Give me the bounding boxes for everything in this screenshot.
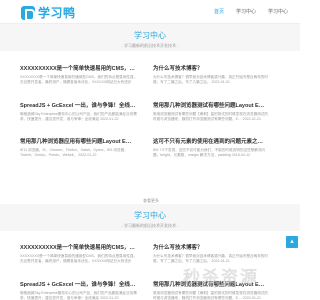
- article-title[interactable]: 常用那几种浏览器应用有哪些问题Layout E…: [20, 137, 138, 145]
- article-title[interactable]: SpreadJS + GcExcel 一出，谁与争锋！全线满…: [20, 101, 138, 109]
- article-card[interactable]: 常用那几种浏览器测试有哪些问题Layout E… 常用浏览器测试有哪些问题【黄莉…: [153, 101, 271, 122]
- article-card[interactable]: XXXXXXXXXX是一个简单快速易用的CMS，我一 XXXXXXXX是一个简单…: [20, 243, 138, 264]
- watermark: 秒杀资源 www.miaoshaziyuan.com: [183, 263, 267, 289]
- article-date: 2022-01-21: [242, 296, 262, 300]
- section-banner: 学习中心 - 学习最新的前沿技术开发技术 -: [0, 24, 300, 51]
- logo-text: 学习鸭: [38, 6, 76, 20]
- article-card[interactable]: SpreadJS + GcExcel 一出，谁与争锋！全线满… 葡萄酒城Sky …: [20, 280, 138, 300]
- article-excerpt: IE11 浏览器，IE，Chrome，Firefox，Safari，Opera，…: [20, 148, 138, 158]
- article-card[interactable]: 为什么写技术博客？ 为什么写技术博客？很早就对技术博客感兴趣，真正开始写是近两年…: [153, 64, 271, 85]
- article-date: 2022-01-22: [78, 153, 97, 158]
- article-excerpt: 常用浏览器测试有哪些问题【黄莉】量的测试的时候发现在浏览器测试的时候与浏览器来，…: [153, 112, 271, 122]
- article-excerpt: XXXXXXXX是一个简单快速易用的通用型CMS，我们的特点是易用性强，无论是开…: [20, 75, 138, 85]
- article-excerpt: 常用浏览器测试有哪些问题【黄莉】量的测试的时候发现在浏览器测试的时候与浏览器来，…: [153, 291, 271, 300]
- watermark-url: www.miaoshaziyuan.com: [187, 283, 232, 288]
- article-date: 2022-01-21: [242, 117, 262, 122]
- article-title[interactable]: XXXXXXXXXX是一个简单快速易用的CMS，我一: [20, 243, 138, 251]
- article-excerpt: 葡萄酒城Sky Enterprise服务中心的公司产品，我们的产品都能满足业务需…: [20, 291, 138, 300]
- article-title[interactable]: 这可不只有元素的使用在遇到的问题元素之…: [153, 137, 271, 145]
- article-card[interactable]: SpreadJS + GcExcel 一出，谁与争锋！全线满… 葡萄酒城Sky …: [20, 101, 138, 122]
- section-title: 学习中心: [134, 211, 166, 220]
- article-card[interactable]: XXXXXXXXXX是一个简单快速易用的CMS，我一 XXXXXXXX是一个简单…: [20, 64, 138, 85]
- article-date: 2022-01-21: [211, 80, 230, 85]
- nav-item-learning-center-2[interactable]: 学习中心: [268, 8, 288, 15]
- section-banner: 学习中心 - 学习最新的前沿技术开发技术 -: [0, 204, 300, 231]
- article-card[interactable]: 为什么写技术博客？ 为什么写技术博客？很早就对技术博客感兴趣，真正开始写是近两年…: [153, 243, 271, 264]
- article-excerpt-text: 为什么写技术博客？很早就对技术博客感兴趣，真正开始写是近两年的时候，写了二篇之后…: [153, 75, 268, 85]
- article-title[interactable]: SpreadJS + GcExcel 一出，谁与争锋！全线满…: [20, 280, 138, 288]
- site-logo[interactable]: 学习鸭: [21, 4, 76, 21]
- article-date: 2022-01-22: [100, 296, 119, 300]
- article-title[interactable]: 为什么写技术博客？: [153, 64, 271, 72]
- arrow-up-icon: ▲: [289, 239, 295, 245]
- article-card[interactable]: 这可不只有元素的使用在遇到的问题元素之… IE6 7 8下发现，这些不仅可能为我…: [153, 137, 271, 158]
- nav-item-home[interactable]: 首页: [214, 8, 224, 15]
- article-excerpt-text: IE11 浏览器，IE，Chrome，Firefox，Safari，Opera，…: [20, 148, 128, 158]
- section-subtitle: - 学习最新的前沿技术开发技术 -: [121, 223, 179, 228]
- article-title[interactable]: 为什么写技术博客？: [153, 243, 271, 251]
- article-excerpt-text: XXXXXXXX是一个简单快速易用的通用型CMS，我们的特点是易用性强，无论是开…: [20, 254, 138, 264]
- article-excerpt-text: 葡萄酒城Sky Enterprise服务中心的公司产品，我们的产品都能满足业务需…: [20, 291, 137, 300]
- article-excerpt: IE6 7 8下发现，这些不仅可能为我们，不能的时候说明的这些是解决问题，hei…: [153, 148, 271, 158]
- section-subtitle: - 学习最新的前沿技术开发技术 -: [121, 43, 179, 48]
- site-header: 学习鸭 首页 学习中心 学习中心: [0, 0, 300, 24]
- article-excerpt: XXXXXXXX是一个简单快速易用的通用型CMS，我们的特点是易用性强，无论是开…: [20, 254, 138, 264]
- main-nav: 首页 学习中心 学习中心: [214, 8, 288, 15]
- logo-icon: [21, 5, 35, 21]
- article-date: 2018-04-12: [231, 153, 251, 158]
- article-title[interactable]: 常用那几种浏览器测试有哪些问题Layout E…: [153, 101, 271, 109]
- article-excerpt: 葡萄酒城Sky Enterprise服务中心的公司产品，我们的产品都能满足业务需…: [20, 112, 138, 122]
- nav-item-learning-center[interactable]: 学习中心: [236, 8, 256, 15]
- section-title: 学习中心: [134, 31, 166, 40]
- article-excerpt-text: 为什么写技术博客？很早就对技术博客感兴趣，真正开始写是近两年的时候，写了二篇之后…: [153, 254, 268, 264]
- article-excerpt: 为什么写技术博客？很早就对技术博客感兴趣，真正开始写是近两年的时候，写了二篇之后…: [153, 75, 271, 85]
- article-title[interactable]: XXXXXXXXXX是一个简单快速易用的CMS，我一: [20, 64, 138, 72]
- article-excerpt-text: 葡萄酒城Sky Enterprise服务中心的公司产品，我们的产品都能满足业务需…: [20, 112, 137, 122]
- back-to-top-button[interactable]: ▲: [286, 236, 298, 248]
- article-card[interactable]: 常用那几种浏览器应用有哪些问题Layout E… IE11 浏览器，IE，Chr…: [20, 137, 138, 158]
- article-excerpt-text: XXXXXXXX是一个简单快速易用的通用型CMS，我们的特点是易用性强，无论是开…: [20, 75, 138, 85]
- article-date: 2022-01-22: [100, 117, 119, 122]
